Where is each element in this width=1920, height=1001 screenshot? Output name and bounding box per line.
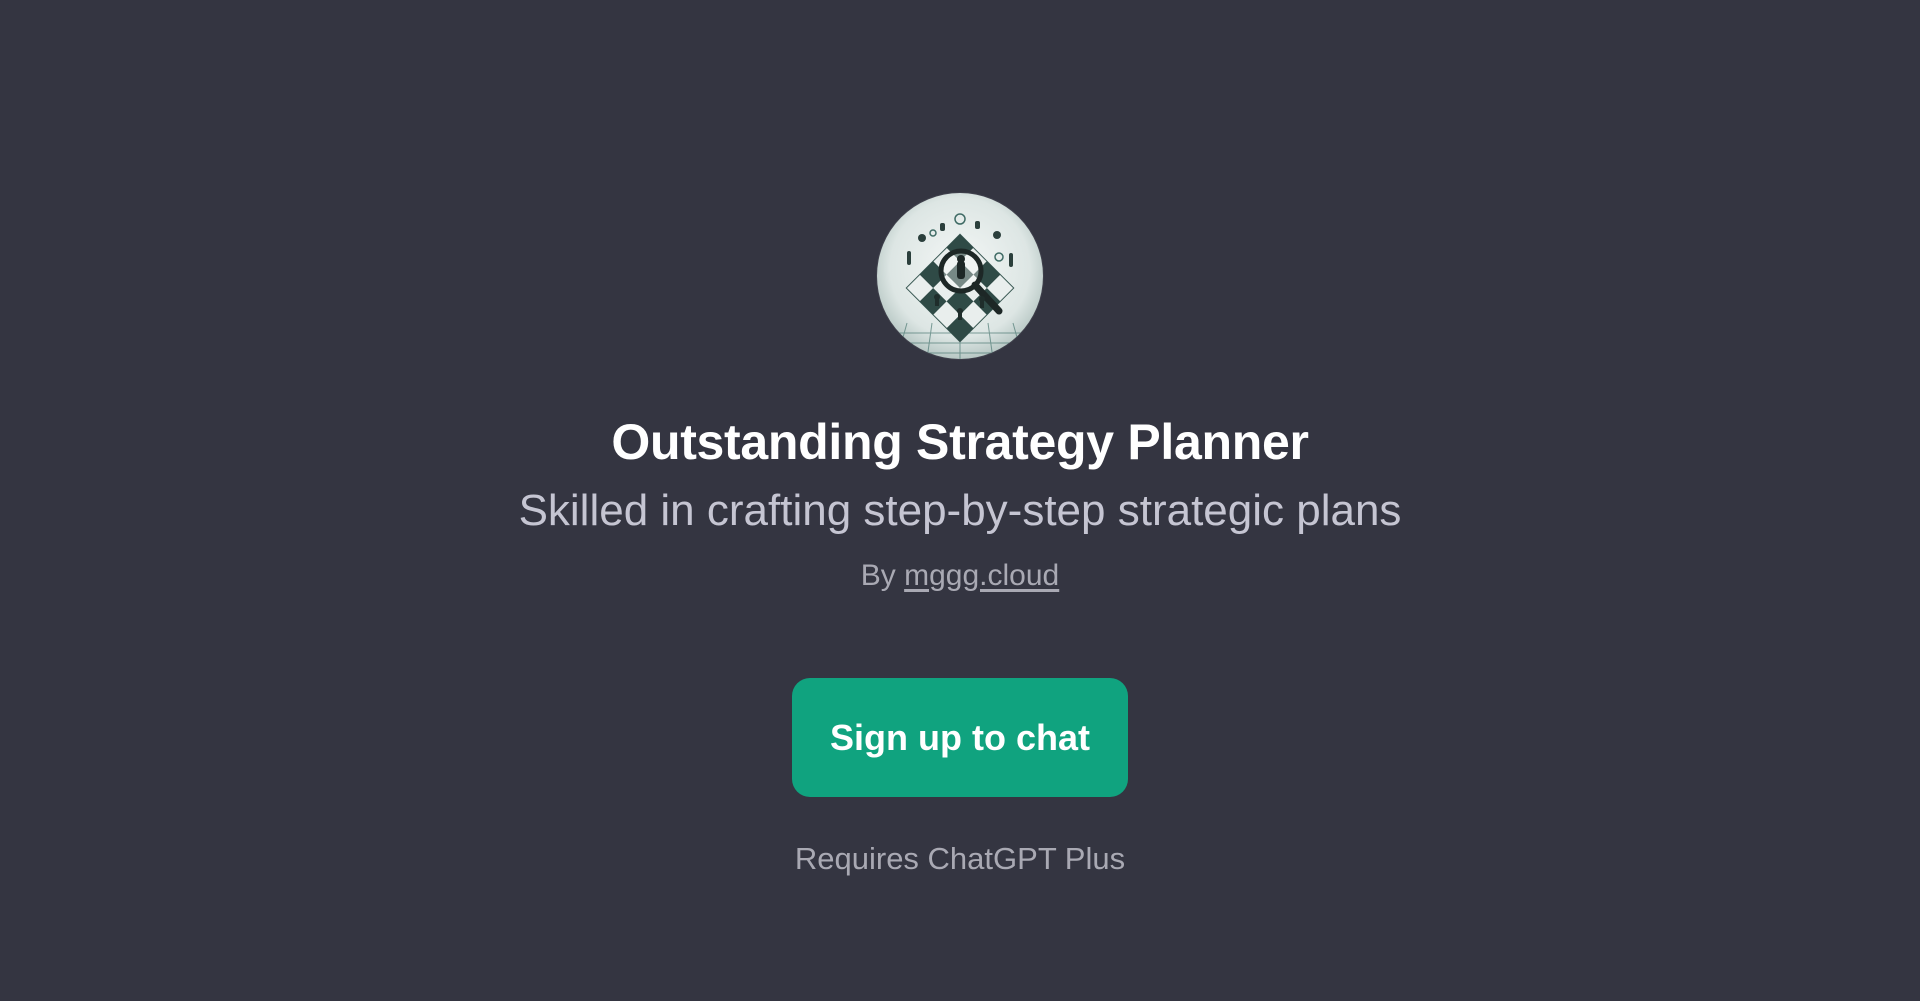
author-byline: By mggg.cloud bbox=[0, 556, 1920, 596]
gpt-title: Outstanding Strategy Planner bbox=[611, 414, 1309, 470]
plus-requirement-note: Requires ChatGPT Plus bbox=[794, 841, 1126, 876]
byline-prefix: By bbox=[860, 559, 905, 592]
chessboard-magnifier-icon bbox=[877, 193, 1043, 359]
gpt-landing-page: Outstanding Strategy Planner Skilled in … bbox=[0, 0, 1920, 1001]
author-link[interactable]: mggg.cloud bbox=[904, 559, 1059, 592]
sign-up-to-chat-button[interactable]: Sign up to chat bbox=[792, 678, 1128, 797]
gpt-avatar bbox=[877, 193, 1043, 359]
gpt-description: Skilled in crafting step-by-step strateg… bbox=[518, 486, 1402, 535]
